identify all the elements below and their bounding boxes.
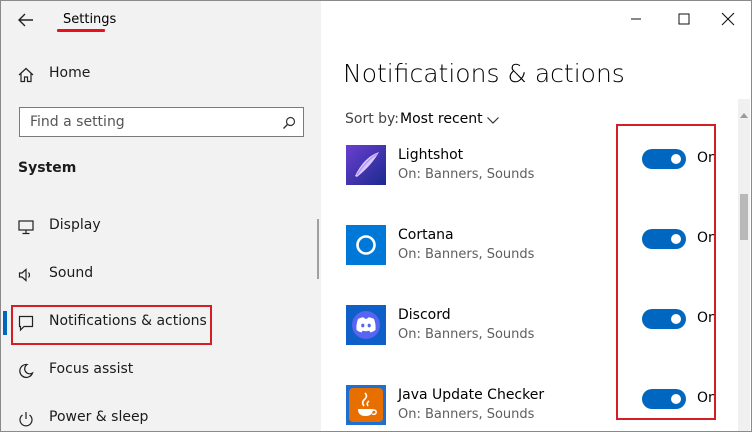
home-icon [17,66,35,84]
sidebar-item-power-sleep[interactable]: Power & sleep [1,399,321,431]
monitor-icon [17,218,35,236]
close-icon [721,12,735,26]
scroll-up-icon[interactable] [740,103,748,118]
settings-window: Settings Home System [0,0,752,432]
app-name: Cortana [398,227,454,243]
scrollbar-thumb[interactable] [740,194,748,240]
sidebar-item-label: Display [49,217,101,233]
sort-label: Sort by: [345,111,400,127]
minimize-button[interactable] [613,3,659,35]
close-button[interactable] [705,3,751,35]
lightshot-icon [346,145,386,185]
section-heading-system: System [18,160,77,176]
page-title: Notifications & actions [343,59,625,88]
app-name: Lightshot [398,147,464,163]
toggles-annotation-box [616,124,716,420]
app-status: On: Banners, Sounds [398,407,535,422]
app-name: Java Update Checker [398,387,545,403]
search-icon[interactable] [282,115,296,129]
main-content: Notifications & actions Sort by: Most re… [321,1,751,431]
notifications-annotation-box [11,305,212,345]
moon-icon [17,362,35,380]
app-name: Discord [398,307,451,323]
app-status: On: Banners, Sounds [398,327,535,342]
back-arrow-icon[interactable] [15,9,37,31]
search-input[interactable] [20,108,290,136]
java-icon [346,385,386,425]
power-icon [17,410,35,428]
speaker-icon [17,266,35,284]
title-annotation-underline [57,29,105,32]
sidebar-item-label: Home [49,65,91,81]
sort-dropdown[interactable]: Most recent [400,111,483,127]
sidebar-item-sound[interactable]: Sound [1,255,321,295]
cortana-icon [346,225,386,265]
app-status: On: Banners, Sounds [398,167,535,182]
sidebar-item-label: Power & sleep [49,409,149,425]
sidebar-item-focus-assist[interactable]: Focus assist [1,351,321,391]
chevron-down-icon[interactable] [486,112,500,126]
search-box[interactable] [19,107,304,137]
minimize-icon [631,18,641,20]
sidebar-item-label: Focus assist [49,361,134,377]
window-title: Settings [63,12,117,27]
sidebar-scroll-indicator[interactable] [317,219,319,279]
sidebar-item-home[interactable]: Home [1,55,321,95]
maximize-icon [678,13,690,25]
maximize-button[interactable] [661,3,707,35]
sidebar-item-display[interactable]: Display [1,207,321,247]
discord-icon [346,305,386,345]
app-status: On: Banners, Sounds [398,247,535,262]
sidebar: Settings Home System [1,1,321,431]
sidebar-item-label: Sound [49,265,94,281]
vertical-scrollbar[interactable] [738,99,750,431]
